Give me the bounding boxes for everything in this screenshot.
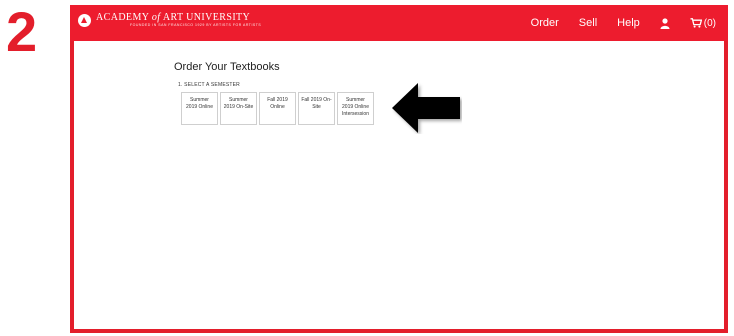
cart-button[interactable]: (0) [690, 18, 716, 29]
page-title: Order Your Textbooks [174, 61, 280, 73]
logo-tagline: FOUNDED IN SAN FRANCISCO 1929 BY ARTISTS… [130, 23, 262, 27]
browser-frame: ACADEMY of ART UNIVERSITY FOUNDED IN SAN… [70, 5, 728, 333]
site-logo[interactable]: ACADEMY of ART UNIVERSITY FOUNDED IN SAN… [78, 12, 261, 28]
left-arrow-icon [392, 83, 460, 133]
nav-menu: Order Sell Help (0) [511, 5, 716, 41]
semester-options: Summer 2019 Online Summer 2019 On-Site F… [181, 92, 376, 125]
nav-help-link[interactable]: Help [617, 17, 640, 29]
semester-option-fall-2019-online[interactable]: Fall 2019 Online [259, 92, 296, 125]
select-semester-label: 1. SELECT A SEMESTER [178, 82, 240, 88]
page-content: Order Your Textbooks 1. SELECT A SEMESTE… [74, 41, 724, 329]
account-button[interactable] [660, 17, 670, 29]
semester-option-fall-2019-on-site[interactable]: Fall 2019 On-Site [298, 92, 335, 125]
logo-name: ACADEMY of ART UNIVERSITY [96, 12, 251, 23]
user-icon [660, 17, 670, 29]
cart-icon [690, 18, 702, 28]
nav-order-link[interactable]: Order [531, 17, 559, 29]
aau-logo-icon [78, 13, 91, 27]
nav-sell-link[interactable]: Sell [579, 17, 597, 29]
top-navbar: ACADEMY of ART UNIVERSITY FOUNDED IN SAN… [70, 5, 728, 41]
semester-option-summer-2019-online-intersession[interactable]: Summer 2019 Online Intersession [337, 92, 374, 125]
semester-option-summer-2019-on-site[interactable]: Summer 2019 On-Site [220, 92, 257, 125]
cart-count: (0) [703, 17, 716, 29]
annotated-screenshot: 2 ACADEMY of ART UNIVERSITY FOUNDED IN S… [0, 0, 734, 336]
semester-option-summer-2019-online[interactable]: Summer 2019 Online [181, 92, 218, 125]
step-number: 2 [6, 0, 37, 63]
